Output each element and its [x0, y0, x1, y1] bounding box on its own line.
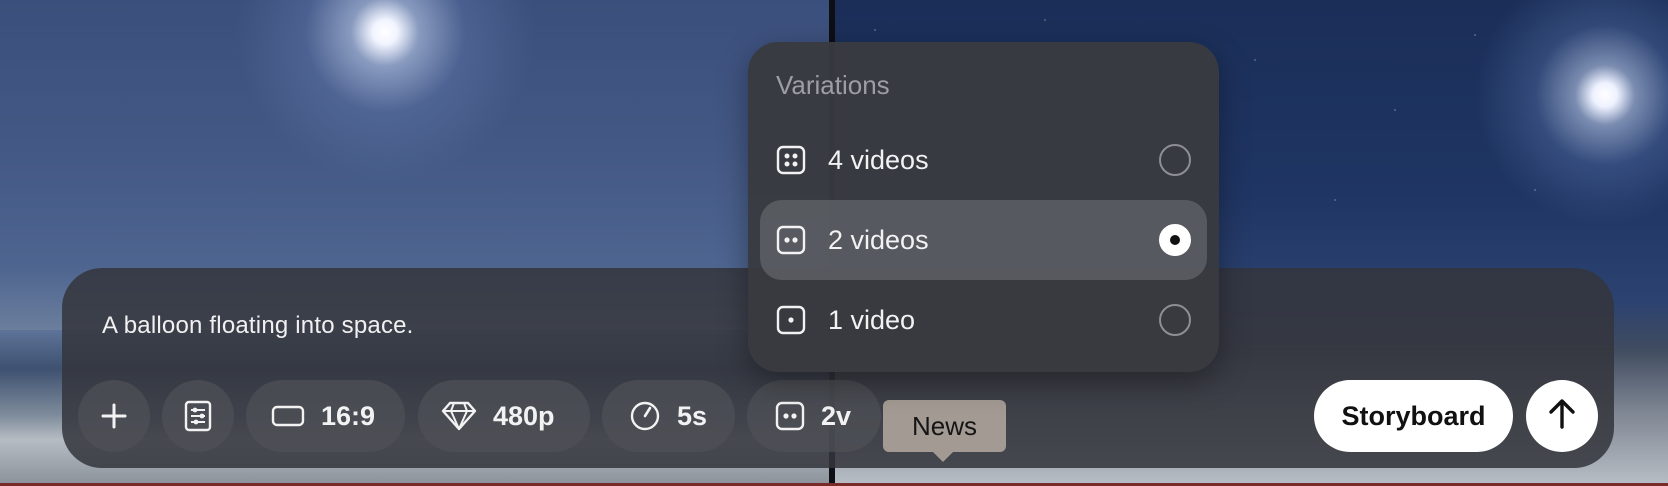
variations-value: 2v	[821, 400, 852, 431]
resolution-button[interactable]: 480p	[418, 380, 590, 452]
prompt-input[interactable]: A balloon floating into space.	[102, 312, 414, 340]
arrow-up-icon	[1547, 398, 1577, 435]
aspect-ratio-icon	[271, 405, 305, 427]
menu-item-1-video[interactable]: 1 video	[760, 280, 1207, 360]
variations-button[interactable]: 2v	[747, 380, 881, 452]
tooltip: News	[883, 400, 1006, 452]
menu-item-label: 1 video	[828, 304, 916, 335]
duration-button[interactable]: 5s	[602, 380, 735, 452]
dice-two-icon	[776, 225, 806, 262]
variations-menu: Variations 4 videos 2 videos 1 video	[748, 42, 1219, 372]
menu-item-2-videos[interactable]: 2 videos	[760, 200, 1207, 280]
timer-icon	[629, 400, 661, 432]
aspect-ratio-value: 16:9	[321, 400, 376, 431]
menu-item-label: 4 videos	[828, 144, 929, 175]
menu-item-4-videos[interactable]: 4 videos	[760, 120, 1207, 200]
presets-button[interactable]	[162, 380, 234, 452]
menu-item-label: 2 videos	[828, 224, 929, 255]
storyboard-button[interactable]: Storyboard	[1314, 380, 1513, 452]
aspect-ratio-button[interactable]: 16:9	[246, 380, 405, 452]
radio-unselected[interactable]	[1159, 144, 1191, 176]
radio-selected[interactable]	[1159, 224, 1191, 256]
duration-value: 5s	[677, 400, 708, 431]
tooltip-arrow	[932, 451, 954, 462]
add-button[interactable]	[78, 380, 150, 452]
menu-title: Variations	[776, 70, 890, 100]
diamond-icon	[441, 401, 477, 431]
dice-two-icon	[775, 401, 805, 431]
dice-one-icon	[776, 305, 806, 342]
preset-sliders-icon	[184, 400, 212, 432]
plus-icon	[101, 403, 127, 429]
dice-four-icon	[776, 145, 806, 182]
resolution-value: 480p	[493, 400, 555, 431]
radio-unselected[interactable]	[1159, 304, 1191, 336]
submit-button[interactable]	[1526, 380, 1598, 452]
